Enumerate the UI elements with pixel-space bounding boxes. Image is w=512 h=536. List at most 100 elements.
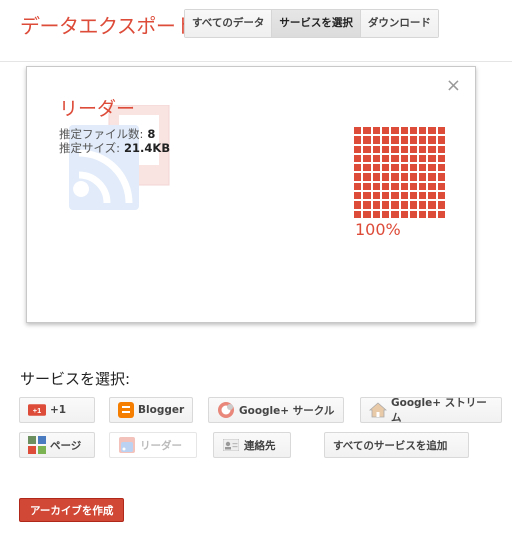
header-divider	[0, 61, 512, 62]
service-label: すべてのサービスを追加	[333, 439, 448, 452]
progress-cell	[400, 127, 408, 135]
progress-cell	[437, 154, 445, 163]
service-button-pages[interactable]: ページ	[19, 432, 95, 458]
progress-cell	[391, 154, 399, 163]
progress-cell	[354, 210, 362, 218]
progress-cell	[381, 192, 390, 200]
progress-cell	[437, 173, 445, 181]
tab-download[interactable]: ダウンロード	[360, 10, 438, 37]
progress-cell	[381, 201, 390, 209]
contacts-icon	[222, 437, 240, 453]
progress-cell	[363, 127, 371, 135]
create-archive-button[interactable]: アーカイブを作成	[19, 498, 125, 522]
progress-cell	[419, 192, 427, 200]
progress-cell	[354, 154, 362, 163]
progress-cell	[381, 136, 390, 144]
progress-cell	[400, 154, 408, 163]
progress-cell	[372, 164, 380, 172]
progress-cell	[409, 136, 418, 144]
progress-cell	[419, 154, 427, 163]
progress-cell	[363, 201, 371, 209]
progress-cell	[381, 164, 390, 172]
progress-cell	[400, 201, 408, 209]
progress-cell	[372, 210, 380, 218]
progress-cell	[372, 173, 380, 181]
progress-cell	[354, 201, 362, 209]
file-count-label: 推定ファイル数:	[59, 127, 144, 141]
service-button-circles[interactable]: Google+ サークル	[208, 397, 344, 423]
progress-cell	[363, 136, 371, 144]
progress-cell	[372, 182, 380, 191]
progress-cell	[381, 210, 390, 218]
tab-select-services[interactable]: サービスを選択	[272, 10, 361, 37]
progress-cell	[428, 136, 436, 144]
progress-cell	[391, 164, 399, 172]
plus-one-icon: +1	[28, 402, 46, 418]
progress-cell	[409, 192, 418, 200]
pages-icon	[28, 436, 46, 454]
progress-cell	[428, 145, 436, 153]
progress-cell	[409, 154, 418, 163]
export-tabs: すべてのデータ サービスを選択 ダウンロード	[184, 9, 439, 38]
progress-cell	[428, 127, 436, 135]
progress-cell	[363, 164, 371, 172]
progress-cell	[409, 164, 418, 172]
progress-cell	[437, 201, 445, 209]
progress-cell	[428, 164, 436, 172]
service-label: +1	[50, 404, 67, 416]
progress-cell	[391, 173, 399, 181]
service-button-reader: リーダー	[109, 432, 197, 458]
progress-cell	[354, 145, 362, 153]
service-button-blogger[interactable]: Blogger	[109, 397, 193, 423]
progress-cell	[363, 173, 371, 181]
add-all-services-button[interactable]: すべてのサービスを追加	[324, 432, 469, 458]
progress-cell	[354, 136, 362, 144]
progress-cell	[419, 182, 427, 191]
progress-cell	[391, 182, 399, 191]
progress-cell	[419, 145, 427, 153]
page-title: データエクスポート	[20, 14, 195, 38]
progress-cell	[428, 182, 436, 191]
progress-cell	[428, 201, 436, 209]
service-label: リーダー	[140, 439, 182, 452]
progress-cell	[400, 136, 408, 144]
svg-text:+1: +1	[33, 406, 41, 415]
progress-cell	[428, 192, 436, 200]
progress-cell	[400, 145, 408, 153]
blogger-icon	[118, 402, 134, 418]
service-label: 連絡先	[244, 439, 276, 452]
size-label: 推定サイズ:	[59, 141, 121, 155]
progress-cell	[363, 145, 371, 153]
progress-cell	[381, 173, 390, 181]
service-button-contacts[interactable]: 連絡先	[213, 432, 291, 458]
service-button-stream[interactable]: Google+ ストリーム	[360, 397, 502, 424]
progress-cell	[354, 182, 362, 191]
progress-cell	[400, 192, 408, 200]
progress-cell	[428, 154, 436, 163]
progress-cell	[363, 192, 371, 200]
service-label: ページ	[50, 439, 82, 452]
tab-all-data[interactable]: すべてのデータ	[185, 10, 273, 37]
progress-cell	[400, 164, 408, 172]
progress-cell	[372, 201, 380, 209]
file-count-value: 8	[147, 127, 156, 141]
progress-cell	[428, 210, 436, 218]
size-stat: 推定サイズ: 21.4KB	[59, 140, 170, 156]
progress-cell	[419, 210, 427, 218]
progress-cell	[437, 182, 445, 191]
export-progress-card: × リーダー 推定ファイル数: 8 推定サイズ: 21.4KB 100%	[26, 66, 476, 323]
reader-icon	[118, 437, 136, 453]
progress-cell	[409, 173, 418, 181]
progress-cell	[437, 210, 445, 218]
progress-cell	[391, 201, 399, 209]
close-icon[interactable]: ×	[446, 77, 461, 95]
progress-percent: 100%	[355, 220, 401, 239]
progress-cell	[419, 164, 427, 172]
progress-cell	[419, 136, 427, 144]
service-button-plus-one[interactable]: +1 +1	[19, 397, 95, 423]
progress-cell	[437, 127, 445, 135]
progress-cell	[363, 154, 371, 163]
service-name: リーダー	[59, 98, 136, 120]
circles-icon	[217, 402, 235, 418]
progress-cell	[419, 127, 427, 135]
